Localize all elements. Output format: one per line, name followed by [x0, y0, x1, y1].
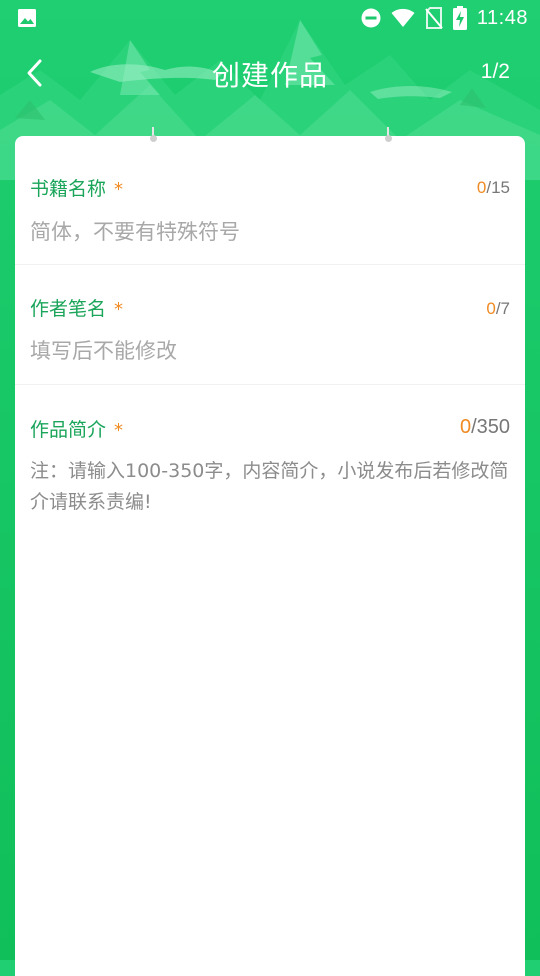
book-name-count-current: 0 [476, 178, 487, 197]
status-time: 11:48 [476, 6, 528, 29]
synopsis-count-current: 0 [459, 416, 472, 438]
do-not-disturb-icon [361, 8, 381, 28]
book-name-counter: 0/15 [477, 178, 510, 198]
battery-charging-icon [452, 6, 467, 30]
synopsis-textarea[interactable] [30, 456, 510, 896]
required-mark: * [114, 179, 124, 200]
form-card: 书籍名称 * 0/15 作者笔名 * 0/7 作品简介 * 0/350 [15, 127, 525, 976]
synopsis-counter: 0/350 [460, 416, 510, 439]
synopsis-label-text: 作品简介 [30, 419, 107, 441]
book-name-label-text: 书籍名称 [30, 178, 107, 200]
pen-name-label: 作者笔名 * [30, 294, 123, 321]
book-name-input[interactable] [30, 216, 510, 248]
page-title: 创建作品 [211, 59, 328, 92]
pen-name-input[interactable] [30, 335, 510, 367]
book-name-label: 书籍名称 * [30, 174, 123, 201]
pen-name-label-text: 作者笔名 [30, 298, 107, 320]
book-name-field: 书籍名称 * 0/15 [15, 136, 525, 265]
synopsis-field: 作品简介 * 0/350 [15, 385, 525, 945]
book-name-count-max: /15 [486, 178, 510, 197]
synopsis-count-max: /350 [471, 416, 510, 438]
required-mark: * [114, 299, 124, 320]
wifi-icon [391, 8, 415, 27]
synopsis-label: 作品简介 * [30, 415, 123, 442]
no-sim-icon [425, 7, 443, 29]
toolbar: 创建作品 1/2 [0, 40, 540, 106]
required-mark: * [114, 420, 124, 441]
pen-name-count-max: /7 [495, 299, 510, 318]
pen-name-field: 作者笔名 * 0/7 [15, 265, 525, 385]
pen-name-counter: 0/7 [486, 299, 510, 319]
status-bar: 11:48 [0, 0, 540, 36]
pen-name-count-current: 0 [486, 299, 496, 318]
step-indicator: 1/2 [480, 60, 510, 83]
image-icon [18, 9, 36, 27]
